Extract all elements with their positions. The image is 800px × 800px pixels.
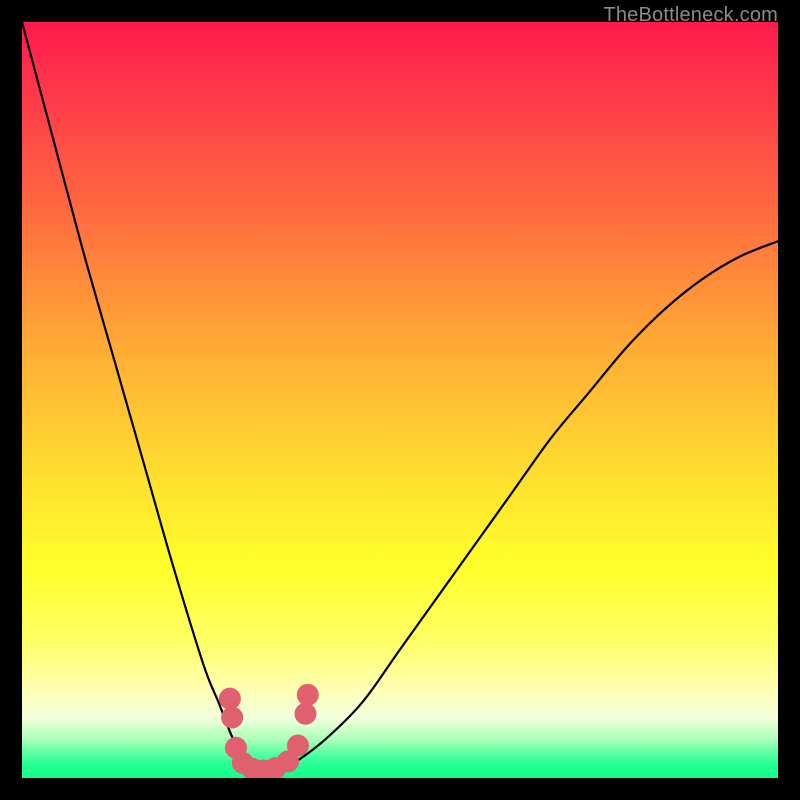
- trough-marker: [221, 707, 243, 729]
- watermark-text: TheBottleneck.com: [603, 4, 778, 27]
- trough-marker: [219, 688, 241, 710]
- trough-markers: [219, 684, 319, 778]
- trough-marker: [297, 684, 319, 706]
- plot-area: [22, 22, 778, 778]
- trough-marker: [287, 734, 309, 756]
- bottleneck-curve: [22, 22, 778, 771]
- trough-marker: [295, 703, 317, 725]
- bottleneck-chart: [22, 22, 778, 778]
